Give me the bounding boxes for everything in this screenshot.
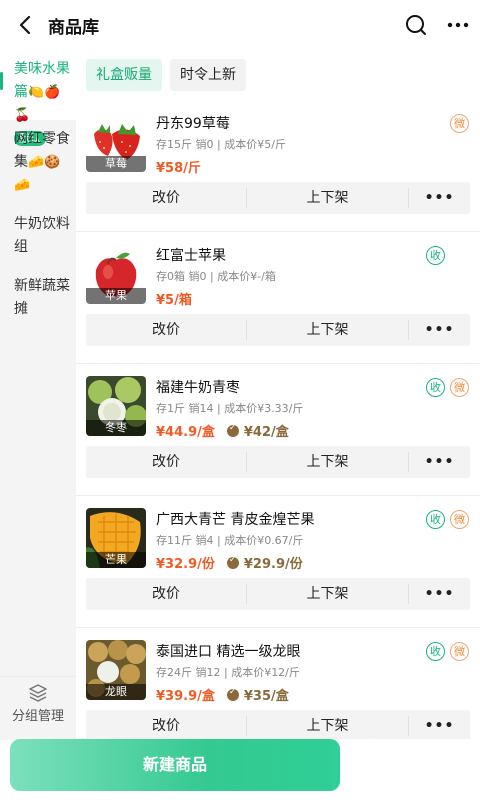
sidebar-item-snacks[interactable]: 网红零食集🧀🍪🧀: [0, 120, 76, 205]
category-sidebar: 美味水果篇🍋🍎🍒 默认 网红零食集🧀🍪🧀 牛奶饮料组 新鲜蔬菜摊 分组管理: [0, 50, 76, 740]
group-manage-button[interactable]: 分组管理: [0, 676, 76, 732]
product-price: ¥44.9/盒 ¥42/盒: [156, 421, 289, 441]
member-check-icon: [226, 555, 239, 569]
thumbnail-label: 芒果: [86, 552, 146, 568]
shelf-toggle-button[interactable]: 上下架: [247, 716, 409, 736]
thumbnail-label: 苹果: [86, 288, 146, 304]
product-meta: 存15斤 销0 | 成本价¥5/斤: [156, 138, 286, 151]
collect-badge: 收: [426, 642, 445, 661]
action-bar: 改价 上下架 •••: [86, 446, 470, 478]
product-thumbnail: 冬枣: [86, 376, 146, 436]
layers-icon: [29, 684, 47, 702]
product-thumbnail: 龙眼: [86, 640, 146, 700]
sidebar-item-label: 新鲜蔬菜摊: [14, 278, 70, 317]
collect-badge: 收: [426, 510, 445, 529]
shelf-toggle-button[interactable]: 上下架: [247, 452, 409, 472]
product-thumbnail: 芒果: [86, 508, 146, 568]
product-card[interactable]: 草莓 丹东99草莓 存15斤 销0 | 成本价¥5/斤 ¥58/斤 微 改价 上…: [76, 100, 480, 232]
more-actions-button[interactable]: •••: [409, 710, 470, 740]
edit-price-button[interactable]: 改价: [86, 452, 247, 472]
collect-badge: 收: [426, 378, 445, 397]
product-meta: 存11斤 销4 | 成本价¥0.67/斤: [156, 534, 304, 547]
product-meta: 存24斤 销12 | 成本价¥12/斤: [156, 666, 300, 679]
member-price: ¥35/盒: [226, 685, 289, 704]
more-options-icon[interactable]: [446, 13, 470, 37]
thumbnail-label: 冬枣: [86, 420, 146, 436]
wechat-badge: 微: [450, 114, 469, 133]
sidebar-item-milk[interactable]: 牛奶饮料组: [0, 205, 76, 267]
product-card[interactable]: 芒果 广西大青芒 青皮金煌芒果 存11斤 销4 | 成本价¥0.67/斤 ¥32…: [76, 496, 480, 628]
member-price: ¥29.9/份: [226, 553, 303, 572]
group-manage-label: 分组管理: [11, 709, 64, 724]
price-value: ¥32.9/份: [156, 557, 215, 572]
collect-badge: 收: [426, 246, 445, 265]
product-name: 丹东99草莓: [156, 116, 230, 132]
action-bar: 改价 上下架 •••: [86, 182, 470, 214]
member-check-icon: [226, 687, 239, 701]
product-card[interactable]: 龙眼 泰国进口 精选一级龙眼 存24斤 销12 | 成本价¥12/斤 ¥39.9…: [76, 628, 480, 740]
wechat-badge: 微: [450, 642, 469, 661]
create-product-button[interactable]: 新建商品: [10, 739, 340, 791]
product-list: 草莓 丹东99草莓 存15斤 销0 | 成本价¥5/斤 ¥58/斤 微 改价 上…: [76, 100, 480, 740]
product-name: 广西大青芒 青皮金煌芒果: [156, 512, 315, 528]
product-name: 泰国进口 精选一级龙眼: [156, 644, 301, 660]
product-price: ¥32.9/份 ¥29.9/份: [156, 553, 303, 573]
action-bar: 改价 上下架 •••: [86, 710, 470, 740]
product-price: ¥5/箱: [156, 289, 192, 308]
member-price-value: ¥35/盒: [243, 689, 289, 704]
wechat-badge: 微: [450, 510, 469, 529]
edit-price-button[interactable]: 改价: [86, 716, 247, 736]
more-actions-button[interactable]: •••: [409, 578, 470, 610]
price-value: ¥44.9/盒: [156, 425, 215, 440]
price-value: ¥5/箱: [156, 293, 192, 308]
thumbnail-label: 草莓: [86, 156, 146, 172]
edit-price-button[interactable]: 改价: [86, 320, 247, 340]
shelf-toggle-button[interactable]: 上下架: [247, 188, 409, 208]
app: 商品库 美味水果篇🍋🍎🍒 默认 网红零食集🧀🍪🧀 牛奶饮料组 新鲜蔬菜摊 分组管…: [0, 0, 480, 800]
product-meta: 存0箱 销0 | 成本价¥-/箱: [156, 270, 276, 283]
member-price: ¥42/盒: [226, 421, 289, 440]
more-actions-button[interactable]: •••: [409, 182, 470, 214]
tag-filter-bar: 礼盒贩量 时令上新: [86, 59, 246, 91]
product-thumbnail: 苹果: [86, 244, 146, 304]
search-icon[interactable]: [404, 13, 428, 37]
product-price: ¥39.9/盒 ¥35/盒: [156, 685, 289, 705]
action-bar: 改价 上下架 •••: [86, 314, 470, 346]
member-price-value: ¥29.9/份: [243, 557, 303, 572]
more-actions-button[interactable]: •••: [409, 446, 470, 478]
wechat-badge: 微: [450, 378, 469, 397]
member-price-value: ¥42/盒: [243, 425, 289, 440]
header: 商品库: [0, 0, 480, 50]
sidebar-item-fruit[interactable]: 美味水果篇🍋🍎🍒 默认: [0, 50, 76, 146]
tag-gift-box[interactable]: 礼盒贩量: [86, 59, 162, 91]
shelf-toggle-button[interactable]: 上下架: [247, 320, 409, 340]
back-arrow-icon[interactable]: [14, 13, 38, 37]
price-value: ¥39.9/盒: [156, 689, 215, 704]
thumbnail-label: 龙眼: [86, 684, 146, 700]
action-bar: 改价 上下架 •••: [86, 578, 470, 610]
product-card[interactable]: 冬枣 福建牛奶青枣 存1斤 销14 | 成本价¥3.33/斤 ¥44.9/盒 ¥…: [76, 364, 480, 496]
product-card[interactable]: 苹果 红富士苹果 存0箱 销0 | 成本价¥-/箱 ¥5/箱 收 改价 上下架 …: [76, 232, 480, 364]
product-meta: 存1斤 销14 | 成本价¥3.33/斤: [156, 402, 304, 415]
member-check-icon: [226, 423, 239, 437]
page-title: 商品库: [48, 18, 99, 38]
edit-price-button[interactable]: 改价: [86, 584, 247, 604]
price-value: ¥58/斤: [156, 161, 201, 176]
product-name: 福建牛奶青枣: [156, 380, 240, 396]
sidebar-item-label: 牛奶饮料组: [14, 216, 70, 255]
shelf-toggle-button[interactable]: 上下架: [247, 584, 409, 604]
product-thumbnail: 草莓: [86, 112, 146, 172]
more-actions-button[interactable]: •••: [409, 314, 470, 346]
product-name: 红富士苹果: [156, 248, 226, 264]
edit-price-button[interactable]: 改价: [86, 188, 247, 208]
tag-seasonal[interactable]: 时令上新: [170, 59, 246, 91]
sidebar-item-vegetables[interactable]: 新鲜蔬菜摊: [0, 267, 76, 329]
product-price: ¥58/斤: [156, 157, 201, 176]
